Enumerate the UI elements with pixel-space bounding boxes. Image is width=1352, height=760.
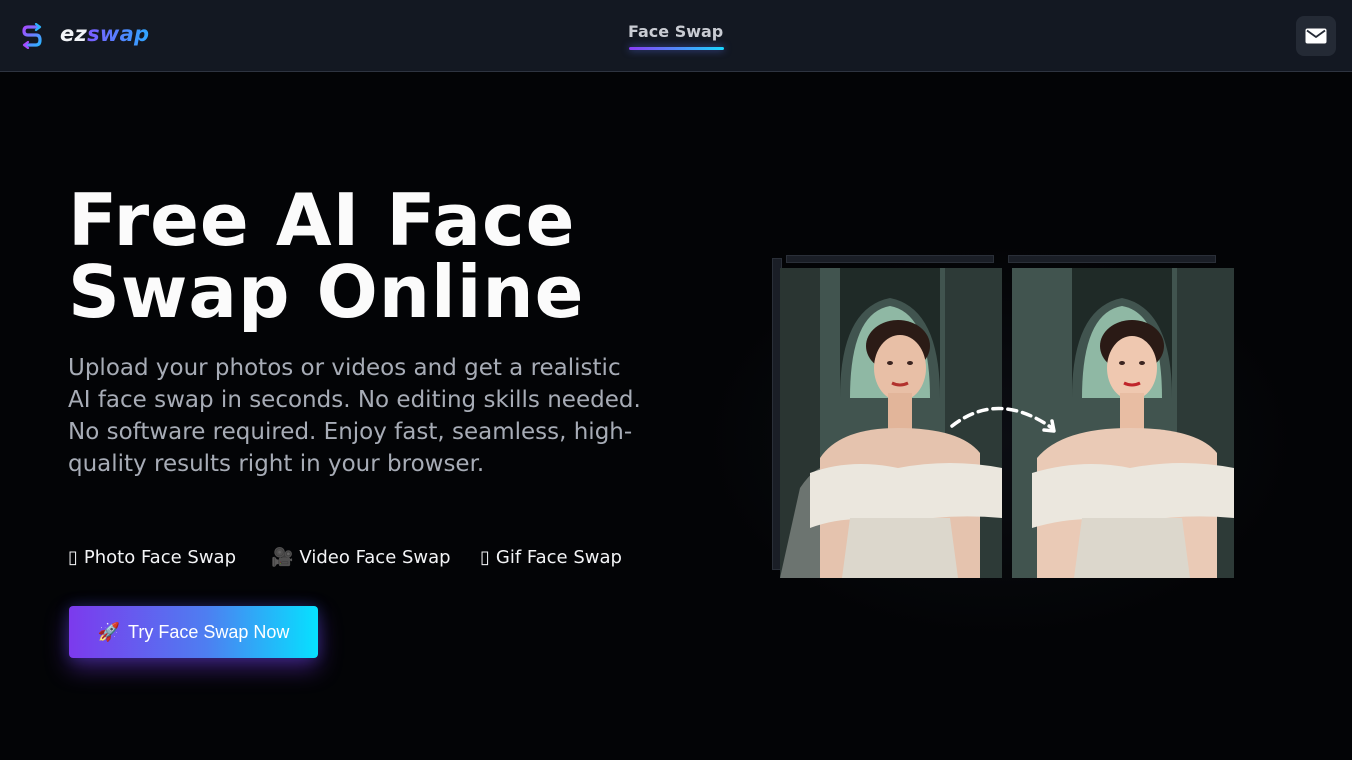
brand-logo-text[interactable]: ezswap (60, 22, 149, 46)
gif-icon: ▯ (480, 547, 490, 568)
brand-logo-icon[interactable] (20, 23, 44, 49)
stack-edge-top-1 (786, 255, 994, 263)
nav-tab-face-swap[interactable]: Face Swap (628, 22, 723, 41)
video-camera-icon: 🎥 (271, 547, 294, 568)
brand-name-part2: swap (87, 22, 150, 46)
feature-video-face-swap[interactable]: 🎥 Video Face Swap (271, 547, 451, 568)
feature-label: Gif Face Swap (495, 547, 622, 568)
swap-arrow-icon (950, 406, 1056, 433)
feature-photo-face-swap[interactable]: ▯ Photo Face Swap (68, 547, 236, 568)
photo-icon: ▯ (68, 547, 78, 568)
try-face-swap-button[interactable]: 🚀 Try Face Swap Now (69, 606, 318, 658)
mail-icon (1305, 28, 1327, 44)
feature-label: Photo Face Swap (83, 547, 237, 568)
hero-description: Upload your photos or videos and get a r… (68, 355, 641, 477)
stack-edge-top-2 (1008, 255, 1216, 263)
mail-button[interactable] (1296, 16, 1336, 56)
hero-title: Free AI Face Swap Online (68, 178, 585, 334)
rocket-icon: 🚀 (97, 621, 121, 642)
active-tab-indicator (629, 47, 724, 50)
feature-gif-face-swap[interactable]: ▯ Gif Face Swap (480, 547, 622, 568)
top-navbar: ezswap Face Swap (0, 0, 1352, 72)
cta-label: Try Face Swap Now (128, 621, 290, 642)
feature-label: Video Face Swap (299, 547, 451, 568)
brand-name-part1: ez (60, 22, 88, 46)
